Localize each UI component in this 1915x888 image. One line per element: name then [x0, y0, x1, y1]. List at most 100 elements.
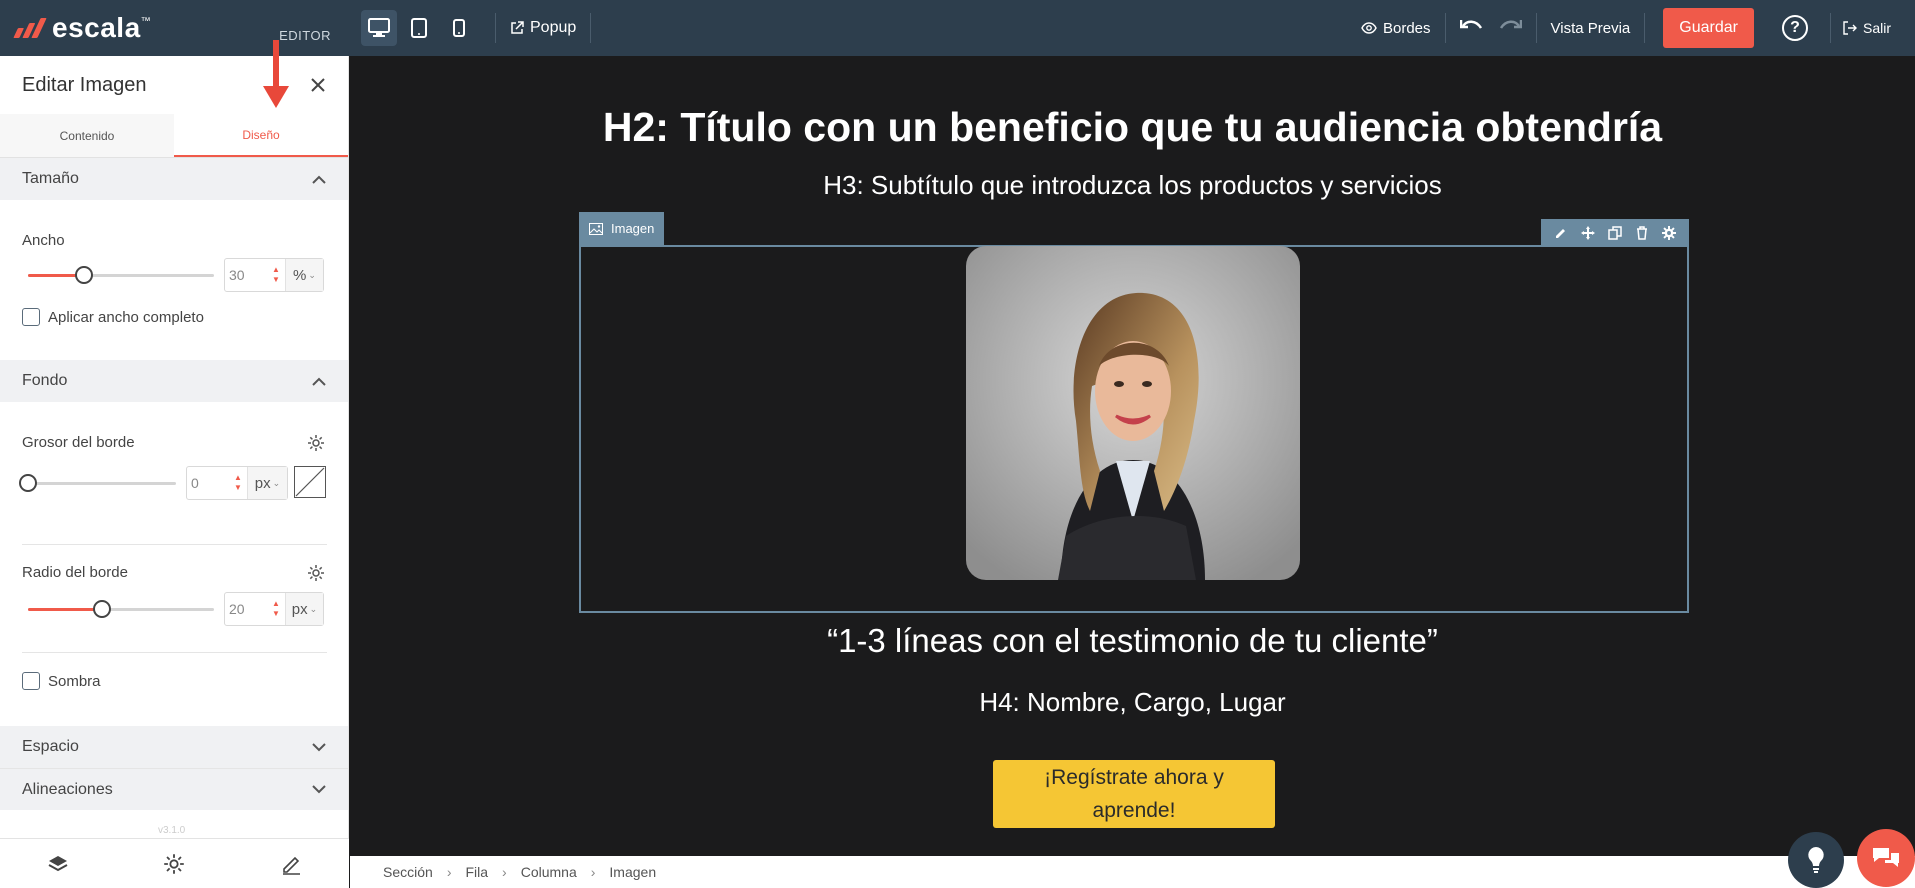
- layers-button[interactable]: [0, 839, 116, 888]
- section-fondo[interactable]: Fondo: [0, 360, 348, 402]
- sombra-box[interactable]: [22, 672, 40, 690]
- ancho-slider-knob[interactable]: [74, 266, 93, 284]
- section-fondo-label: Fondo: [22, 372, 68, 389]
- popup-button[interactable]: Popup: [510, 19, 576, 37]
- aplicar-ancho-label: Aplicar ancho completo: [48, 308, 204, 326]
- tab-diseno[interactable]: Diseño: [174, 114, 348, 157]
- pen-icon: [282, 856, 300, 875]
- tablet-view-button[interactable]: [401, 10, 437, 46]
- eye-icon: [1361, 22, 1377, 34]
- heading-h3[interactable]: H3: Subtítulo que introduzca los product…: [350, 170, 1915, 201]
- toolbar-divider: [590, 13, 592, 43]
- border-color-swatch[interactable]: [294, 466, 326, 498]
- radio-value[interactable]: 20: [225, 593, 267, 625]
- radio-divider: [22, 652, 327, 653]
- gear-icon[interactable]: [1662, 225, 1677, 240]
- toolbar-divider: [1444, 13, 1446, 43]
- panel-title: Editar Imagen: [22, 73, 147, 96]
- grosor-label: Grosor del borde: [22, 434, 135, 451]
- section-tamano-body: Ancho 30 ▲ ▼ % ⌄ Aplicar ancho completo: [0, 200, 348, 360]
- radio-slider-knob[interactable]: [93, 600, 112, 618]
- vista-previa-button[interactable]: Vista Previa: [1551, 20, 1631, 37]
- ancho-label: Ancho: [22, 232, 65, 249]
- desktop-view-button[interactable]: [361, 10, 397, 46]
- grosor-slider[interactable]: [19, 474, 176, 492]
- mobile-view-button[interactable]: [441, 10, 477, 46]
- desktop-icon: [368, 18, 390, 37]
- chat-button[interactable]: [1857, 829, 1915, 887]
- grosor-value[interactable]: 0: [187, 467, 229, 499]
- ancho-stepper[interactable]: ▲ ▼: [267, 259, 285, 291]
- heading-h2[interactable]: H2: Título con un beneficio que tu audie…: [350, 104, 1915, 151]
- edit-style-button[interactable]: [233, 839, 349, 888]
- editor-canvas: H2: Título con un beneficio que tu audie…: [350, 56, 1915, 856]
- sombra-checkbox[interactable]: Sombra: [22, 672, 101, 690]
- toolbar-divider: [495, 13, 496, 43]
- radio-gear-icon[interactable]: [307, 564, 325, 582]
- undo-button[interactable]: [1459, 18, 1484, 39]
- testimonial-photo[interactable]: [966, 246, 1300, 580]
- aplicar-ancho-checkbox[interactable]: Aplicar ancho completo: [22, 308, 204, 326]
- tips-button[interactable]: [1788, 832, 1844, 888]
- chevron-down-icon: [312, 742, 326, 751]
- grosor-gear-icon[interactable]: [307, 434, 325, 452]
- help-icon[interactable]: ?: [1781, 15, 1808, 41]
- move-icon[interactable]: [1580, 225, 1595, 240]
- salir-button[interactable]: Salir: [1843, 20, 1891, 36]
- panel-header: Editar Imagen: [0, 56, 348, 114]
- section-espacio[interactable]: Espacio: [0, 726, 348, 768]
- breadcrumb-fila[interactable]: Fila: [465, 864, 488, 880]
- breadcrumb-seccion[interactable]: Sección: [383, 864, 433, 880]
- ancho-slider[interactable]: [28, 266, 214, 284]
- chevron-up-icon: [312, 175, 326, 184]
- guardar-button[interactable]: Guardar: [1663, 8, 1754, 48]
- register-button[interactable]: ¡Regístrate ahora y aprende!: [993, 760, 1275, 828]
- trash-icon[interactable]: [1635, 225, 1649, 240]
- salir-label: Salir: [1862, 20, 1891, 36]
- version-label: v3.1.0: [158, 825, 186, 836]
- fondo-divider: [22, 544, 327, 545]
- ancho-unit: %: [293, 266, 307, 284]
- radio-unit-select[interactable]: px ⌄: [285, 593, 323, 625]
- ancho-unit-select[interactable]: % ⌄: [285, 259, 323, 291]
- testimonial-quote[interactable]: “1-3 líneas con el testimonio de tu clie…: [350, 622, 1915, 660]
- chevron-up-icon: [312, 377, 326, 386]
- bordes-label: Bordes: [1382, 19, 1431, 37]
- bordes-toggle[interactable]: Bordes: [1361, 20, 1431, 37]
- duplicate-icon[interactable]: [1608, 225, 1622, 240]
- heading-h4[interactable]: H4: Nombre, Cargo, Lugar: [350, 687, 1915, 718]
- edit-icon[interactable]: [1554, 226, 1568, 240]
- section-alineaciones-label: Alineaciones: [22, 780, 113, 798]
- section-alineaciones[interactable]: Alineaciones: [0, 768, 348, 810]
- brand: escala ™ EDITOR: [0, 0, 349, 56]
- grosor-slider-knob[interactable]: [19, 474, 37, 492]
- breadcrumb-imagen[interactable]: Imagen: [609, 864, 656, 880]
- logo-icon: [13, 18, 47, 38]
- exit-icon: [1843, 21, 1857, 35]
- aplicar-ancho-box[interactable]: [22, 308, 40, 326]
- section-tamano[interactable]: Tamaño: [0, 158, 348, 200]
- no-color-icon: [295, 467, 325, 497]
- radio-field[interactable]: 20 ▲ ▼ px ⌄: [224, 592, 324, 626]
- grosor-field[interactable]: 0 ▲ ▼ px ⌄: [186, 466, 288, 500]
- toolbar-divider: [1535, 13, 1537, 43]
- radio-stepper[interactable]: ▲ ▼: [267, 593, 285, 625]
- person-photo-illustration: [966, 246, 1300, 580]
- grosor-stepper[interactable]: ▲ ▼: [229, 467, 247, 499]
- radio-slider[interactable]: [28, 600, 214, 618]
- breadcrumb-columna[interactable]: Columna: [521, 864, 577, 880]
- settings-button[interactable]: [116, 839, 232, 888]
- ancho-value[interactable]: 30: [225, 259, 267, 291]
- redo-button[interactable]: [1498, 18, 1522, 39]
- grosor-unit: px: [254, 474, 271, 492]
- image-tag-label: Imagen: [611, 221, 655, 236]
- sombra-label: Sombra: [48, 672, 101, 690]
- toolbar-divider: [1644, 13, 1646, 43]
- ancho-field[interactable]: 30 ▲ ▼ % ⌄: [224, 258, 324, 292]
- close-icon[interactable]: [310, 77, 326, 93]
- chevron-down-icon: ⌄: [272, 477, 281, 488]
- tab-contenido[interactable]: Contenido: [0, 114, 174, 157]
- chevron-down-icon: ⌄: [309, 603, 318, 614]
- grosor-unit-select[interactable]: px ⌄: [247, 467, 287, 499]
- mobile-icon: [453, 19, 465, 37]
